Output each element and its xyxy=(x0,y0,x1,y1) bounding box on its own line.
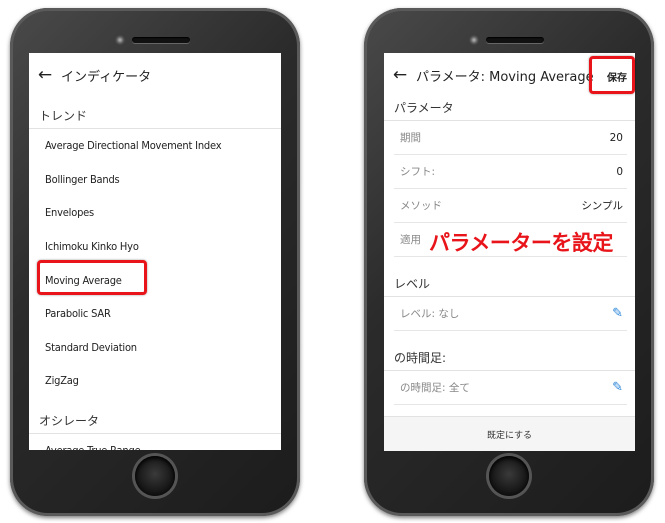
param-row-method[interactable]: メソッド シンプル xyxy=(394,189,627,223)
list-item[interactable]: Average Directional Movement Index xyxy=(29,129,281,163)
list-item[interactable]: Bollinger Bands xyxy=(29,163,281,197)
section-heading-parameters: パラメータ xyxy=(384,93,635,121)
reset-default-button[interactable]: 既定にする xyxy=(384,416,635,451)
param-value: 0 xyxy=(616,165,623,178)
param-label: メソッド xyxy=(400,200,442,212)
list-item[interactable]: Average True Range xyxy=(29,434,281,450)
section-heading-trend: トレンド xyxy=(29,93,281,129)
camera-icon xyxy=(469,35,479,45)
timeframe-row[interactable]: の時間足: 全て ✎ xyxy=(394,371,627,405)
list-item[interactable]: Standard Deviation xyxy=(29,331,281,365)
timeframe-label: の時間足: 全て xyxy=(400,382,470,394)
speaker-grille xyxy=(486,37,544,43)
camera-icon xyxy=(115,35,125,45)
arrow-left-icon[interactable]: ← xyxy=(35,65,55,85)
param-row-period[interactable]: 期間 20 xyxy=(394,121,627,155)
home-button[interactable] xyxy=(489,456,529,496)
reset-default-label: 既定にする xyxy=(486,430,533,441)
level-row[interactable]: レベル: なし ✎ xyxy=(394,297,627,331)
level-label: レベル: なし xyxy=(400,308,460,320)
speaker-grille xyxy=(132,37,190,43)
section-heading-oscillator: オシレータ xyxy=(29,398,281,434)
param-label: 適用 xyxy=(400,234,421,246)
overlay-annotation: パラメーターを設定 xyxy=(429,231,613,255)
arrow-left-icon[interactable]: ← xyxy=(390,65,410,85)
home-button[interactable] xyxy=(135,456,175,496)
list-item[interactable]: Envelopes xyxy=(29,196,281,230)
page-title: パラメータ: Moving Average xyxy=(416,69,594,85)
pencil-icon[interactable]: ✎ xyxy=(612,380,627,395)
param-label: 期間 xyxy=(400,132,421,144)
section-heading-levels: レベル xyxy=(384,257,635,297)
list-item[interactable]: Ichimoku Kinko Hyo xyxy=(29,230,281,264)
parameter-screen: ← パラメータ: Moving Average 保存 パラメータ 期間 20 シ… xyxy=(384,53,635,451)
app-header: ← インディケータ xyxy=(29,57,281,93)
list-item[interactable]: Parabolic SAR xyxy=(29,297,281,331)
indicator-list-screen: ← インディケータ トレンド Average Directional Movem… xyxy=(29,53,281,450)
highlight-box-moving-average xyxy=(37,260,147,295)
list-item[interactable]: ZigZag xyxy=(29,364,281,398)
pencil-icon[interactable]: ✎ xyxy=(612,306,627,321)
page-title: インディケータ xyxy=(61,69,152,85)
param-value: シンプル xyxy=(581,200,623,212)
param-value: 20 xyxy=(609,131,623,144)
param-row-shift[interactable]: シフト: 0 xyxy=(394,155,627,189)
section-heading-timeframes: の時間足: xyxy=(384,331,635,371)
highlight-box-save xyxy=(589,56,635,94)
param-label: シフト: xyxy=(400,166,436,178)
